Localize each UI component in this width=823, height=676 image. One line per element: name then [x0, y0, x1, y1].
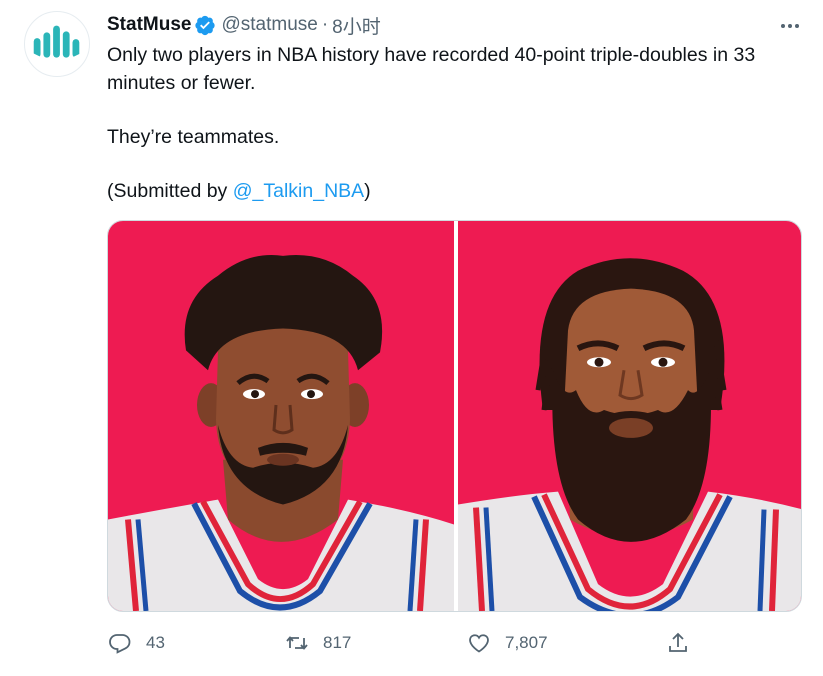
tweet-text: Only two players in NBA history have rec… — [107, 41, 807, 205]
tweet-actions: 43 817 7,807 — [0, 628, 823, 658]
share-icon — [669, 632, 687, 652]
tweet-text-line: Only two players in NBA history have rec… — [107, 44, 756, 94]
separator-dot: · — [321, 14, 329, 35]
reply-icon — [109, 634, 131, 654]
like-button[interactable]: 7,807 — [467, 628, 548, 658]
mention-link[interactable]: @_Talkin_NBA — [233, 180, 364, 202]
tweet-media[interactable] — [107, 220, 802, 612]
tweet-text-line: They’re teammates. — [107, 126, 280, 148]
avatar[interactable] — [24, 11, 90, 77]
media-divider — [454, 221, 458, 611]
share-button[interactable] — [666, 628, 690, 658]
timestamp[interactable]: 8小时 — [332, 12, 381, 39]
retweet-button[interactable]: 817 — [285, 628, 351, 658]
like-count: 7,807 — [505, 633, 548, 652]
handle[interactable]: @statmuse — [221, 14, 317, 36]
tweet-text-line: (Submitted by @_Talkin_NBA) — [107, 177, 807, 205]
tweet-header: StatMuse @statmuse · 8小时 — [107, 12, 381, 38]
more-options-icon — [781, 24, 799, 28]
statmuse-logo-icon — [32, 25, 82, 63]
retweet-count: 817 — [323, 633, 352, 652]
display-name[interactable]: StatMuse — [107, 14, 191, 36]
tweet[interactable]: StatMuse @statmuse · 8小时 Only two player… — [0, 0, 823, 676]
more-options-button[interactable] — [776, 16, 804, 36]
reply-count: 43 — [146, 633, 165, 652]
like-icon — [469, 634, 489, 653]
submitted-suffix: ) — [364, 180, 371, 202]
verified-badge-icon — [195, 15, 216, 36]
player-illustration-right[interactable] — [458, 221, 801, 611]
submitted-prefix: (Submitted by — [107, 180, 233, 202]
reply-button[interactable]: 43 — [108, 628, 165, 658]
player-illustration-left[interactable] — [108, 221, 454, 611]
retweet-icon — [286, 636, 308, 650]
